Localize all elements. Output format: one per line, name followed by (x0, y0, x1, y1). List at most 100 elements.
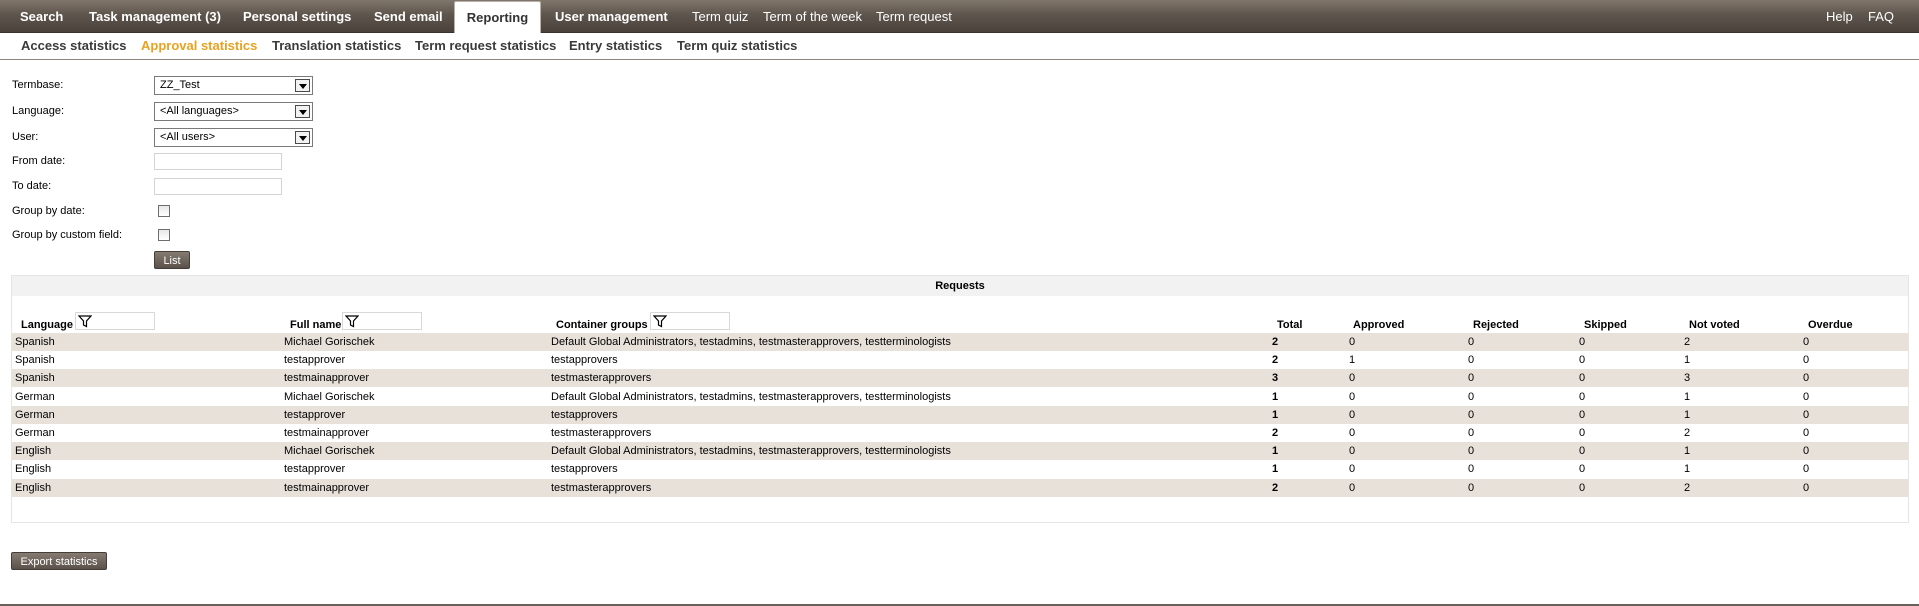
cell-container-groups: testapprovers (551, 408, 618, 421)
table-row: Spanish testmainapprover testmasterapprove… (12, 369, 1908, 388)
cell-rejected: 0 (1468, 336, 1475, 348)
cell-total: 1 (1272, 390, 1279, 403)
cell-skipped: 0 (1579, 390, 1586, 403)
cell-full-name: testapprover (284, 463, 346, 476)
cell-full-name: testapprover (284, 408, 346, 421)
cell-approved: 0 (1349, 390, 1356, 403)
dropdown-arrow-icon[interactable] (295, 105, 310, 118)
nav-term-of-the-week[interactable]: Term of the week (763, 0, 862, 33)
language-filter-input[interactable] (75, 312, 155, 330)
cell-approved: 0 (1349, 372, 1356, 385)
cell-approved: 0 (1349, 445, 1356, 458)
cell-overdue: 0 (1803, 481, 1810, 494)
language-value: <All languages> (160, 105, 239, 117)
subnav-translation-statistics[interactable]: Translation statistics (272, 33, 401, 59)
filter-icon[interactable] (653, 315, 667, 328)
header-total: Total (1277, 319, 1303, 331)
cell-full-name: Michael Gorischek (284, 390, 375, 403)
cell-overdue: 0 (1803, 427, 1810, 439)
cell-language: English (15, 481, 52, 494)
cell-overdue: 0 (1803, 463, 1810, 476)
cell-skipped: 0 (1579, 354, 1586, 367)
filter-icon[interactable] (345, 315, 359, 328)
subnav-access-statistics[interactable]: Access statistics (21, 33, 127, 59)
nav-term-request[interactable]: Term request (876, 0, 952, 33)
cell-rejected: 0 (1468, 372, 1475, 385)
nav-send-email[interactable]: Send email (374, 0, 443, 33)
container-groups-filter-input[interactable] (650, 312, 730, 330)
cell-not-voted: 1 (1684, 463, 1691, 476)
cell-total: 3 (1272, 372, 1279, 385)
nav-help[interactable]: Help (1826, 0, 1853, 33)
table-row: German testmainapprover testmasterapprover… (12, 424, 1908, 442)
subnav-term-quiz-statistics[interactable]: Term quiz statistics (677, 33, 797, 59)
cell-total: 1 (1272, 463, 1279, 476)
dropdown-arrow-icon[interactable] (295, 79, 310, 92)
nav-personal-settings[interactable]: Personal settings (243, 0, 351, 33)
cell-container-groups: Default Global Administrators, testadmin… (551, 336, 951, 348)
group-by-custom-field-label: Group by custom field: (12, 229, 123, 241)
nav-search[interactable]: Search (20, 0, 63, 33)
nav-user-management[interactable]: User management (555, 0, 668, 33)
cell-language: Spanish (15, 372, 55, 385)
header-rejected: Rejected (1473, 319, 1519, 331)
cell-skipped: 0 (1579, 463, 1586, 476)
termbase-select[interactable]: ZZ_Test (154, 76, 313, 95)
cell-language: German (15, 427, 55, 439)
filter-icon[interactable] (78, 315, 92, 328)
group-by-custom-field-checkbox[interactable] (158, 229, 170, 241)
cell-full-name: Michael Gorischek (284, 336, 375, 348)
cell-container-groups: testmasterapprovers (551, 427, 652, 439)
cell-approved: 0 (1349, 463, 1356, 476)
cell-full-name: testmainapprover (284, 427, 369, 439)
cell-rejected: 0 (1468, 463, 1475, 476)
user-value: <All users> (160, 131, 216, 143)
subnav-approval-statistics[interactable]: Approval statistics (141, 33, 257, 59)
nav-task-management[interactable]: Task management (3) (89, 0, 221, 33)
subnav-term-request-statistics[interactable]: Term request statistics (415, 33, 556, 59)
cell-overdue: 0 (1803, 372, 1810, 385)
full-name-filter-input[interactable] (342, 312, 422, 330)
cell-not-voted: 1 (1684, 445, 1691, 458)
subnav-entry-statistics[interactable]: Entry statistics (569, 33, 662, 59)
table-row: English testmainapprover testmasterapprove… (12, 478, 1908, 497)
language-label: Language: (12, 105, 64, 117)
dropdown-arrow-icon[interactable] (295, 131, 310, 144)
cell-language: German (15, 408, 55, 421)
list-button[interactable]: List (154, 251, 190, 269)
table-row: English testapprover testapprovers 1 0 0 0 1 0 (12, 460, 1908, 478)
cell-approved: 0 (1349, 427, 1356, 439)
nav-term-quiz[interactable]: Term quiz (692, 0, 748, 33)
cell-approved: 1 (1349, 354, 1356, 367)
cell-container-groups: testmasterapprovers (551, 481, 652, 494)
nav-reporting[interactable]: Reporting (454, 1, 541, 34)
user-label: User: (12, 131, 39, 143)
table-row: English Michael Gorischek Default Global A… (12, 442, 1908, 461)
cell-skipped: 0 (1579, 427, 1586, 439)
export-statistics-button[interactable]: Export statistics (11, 552, 107, 570)
language-select[interactable]: <All languages> (154, 102, 313, 121)
from-date-input[interactable] (154, 153, 282, 170)
header-approved: Approved (1353, 319, 1405, 331)
to-date-input[interactable] (154, 178, 282, 195)
header-language: Language (21, 319, 73, 331)
cell-approved: 0 (1349, 336, 1356, 348)
cell-full-name: Michael Gorischek (284, 445, 375, 458)
cell-not-voted: 3 (1684, 372, 1691, 385)
cell-rejected: 0 (1468, 427, 1475, 439)
table-row: Spanish Michael Gorischek Default Global A… (12, 333, 1908, 351)
header-full-name: Full name (290, 319, 342, 331)
cell-approved: 0 (1349, 481, 1356, 494)
cell-not-voted: 2 (1684, 481, 1691, 494)
cell-skipped: 0 (1579, 445, 1586, 458)
to-date-label: To date: (12, 180, 52, 192)
user-select[interactable]: <All users> (154, 128, 313, 147)
cell-overdue: 0 (1803, 336, 1810, 348)
cell-approved: 0 (1349, 408, 1356, 421)
cell-container-groups: testapprovers (551, 354, 618, 367)
cell-skipped: 0 (1579, 481, 1586, 494)
group-by-date-checkbox[interactable] (158, 205, 170, 217)
cell-language: Spanish (15, 354, 55, 367)
nav-faq[interactable]: FAQ (1868, 0, 1894, 33)
cell-rejected: 0 (1468, 445, 1475, 458)
